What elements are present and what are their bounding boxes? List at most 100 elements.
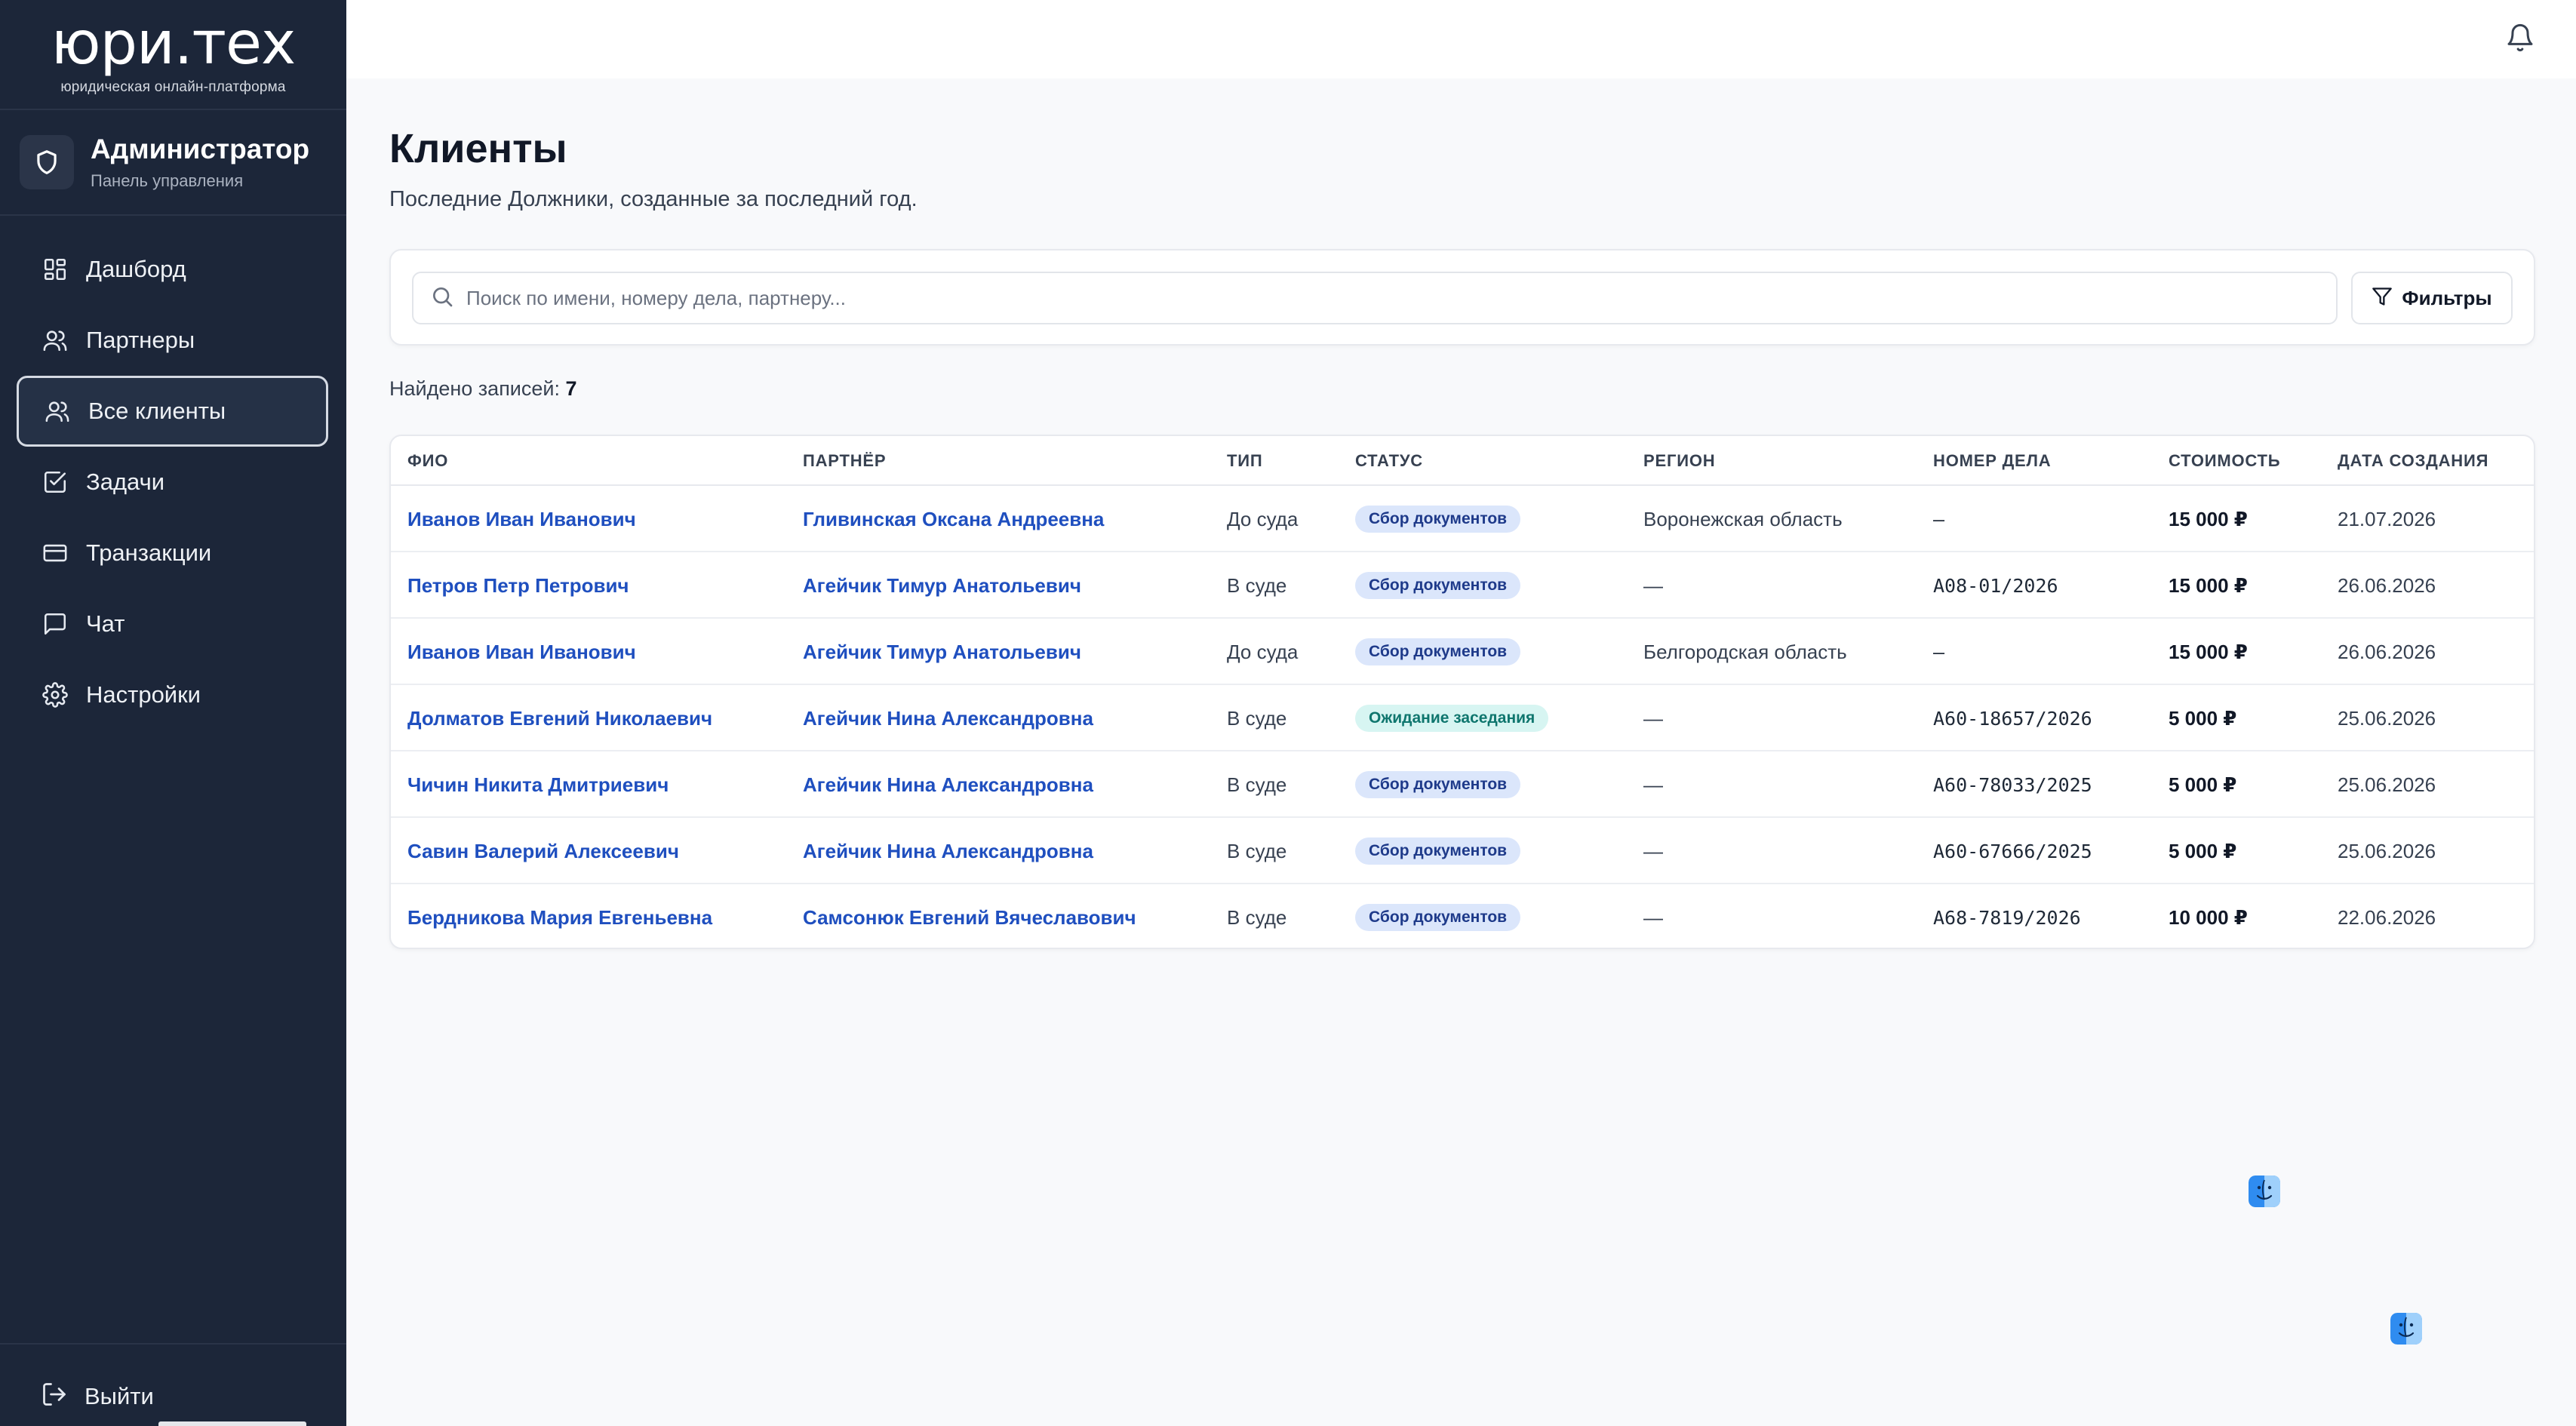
filters-label: Фильтры [2402, 286, 2492, 309]
finder-icon[interactable] [2249, 1176, 2280, 1207]
status-badge: Ожидание заседания [1355, 705, 1549, 732]
region: Воронежская область [1643, 507, 1843, 530]
finder-icon[interactable] [2390, 1313, 2422, 1345]
partner-link[interactable]: Агейчик Нина Александровна [803, 773, 1093, 797]
table-header: ФИО ПАРТНЁР ТИП СТАТУС РЕГИОН НОМЕР ДЕЛА… [391, 436, 2534, 486]
role-panel: Администратор Панель управления [0, 110, 346, 216]
records-count: Найдено записей: 7 [389, 377, 577, 401]
sidebar-item-chat[interactable]: Чат [17, 589, 328, 659]
status-badge: Сбор документов [1355, 771, 1521, 798]
logo[interactable]: юри.тех [51, 14, 296, 73]
logo-tagline: юридическая онлайн-платформа [60, 79, 286, 95]
case-number: А60-78033/2025 [1933, 773, 2092, 796]
search-card: Фильтры [389, 249, 2535, 346]
case-type: В суде [1227, 706, 1287, 730]
cost: 15 000 ₽ [2169, 573, 2248, 597]
sidebar-item-tasks[interactable]: Задачи [17, 447, 328, 518]
shield-icon [20, 135, 74, 189]
dashboard-icon [41, 255, 69, 284]
divider [0, 1343, 346, 1345]
partner-link[interactable]: Агейчик Нина Александровна [803, 707, 1093, 730]
partner-link[interactable]: Гливинская Оксана Андреевна [803, 508, 1104, 531]
records-count-label: Найдено записей: [389, 377, 560, 400]
case-type: В суде [1227, 773, 1287, 796]
brand: юри.тех юридическая онлайн-платформа [0, 0, 346, 110]
cost: 5 000 ₽ [2169, 773, 2237, 796]
column-header-created-date[interactable]: ДАТА СОЗДАНИЯ [2338, 436, 2488, 486]
checkbox-icon [41, 468, 69, 496]
column-header-partner[interactable]: ПАРТНЁР [803, 436, 886, 486]
region: Белгородская область [1643, 640, 1847, 663]
sidebar-item-dashboard[interactable]: Дашборд [17, 234, 328, 305]
partner-link[interactable]: Агейчик Тимур Анатольевич [803, 574, 1081, 598]
client-name-link[interactable]: Иванов Иван Иванович [407, 641, 636, 664]
column-header-status[interactable]: СТАТУС [1355, 436, 1423, 486]
sidebar: юри.тех юридическая онлайн-платформа Адм… [0, 0, 346, 1426]
cost: 15 000 ₽ [2169, 640, 2248, 663]
partner-link[interactable]: Агейчик Нина Александровна [803, 840, 1093, 863]
region: — [1643, 573, 1663, 597]
column-header-case-number[interactable]: НОМЕР ДЕЛА [1933, 436, 2051, 486]
case-number: А08-01/2026 [1933, 574, 2058, 597]
status-badge: Сбор документов [1355, 506, 1521, 533]
role-subtitle: Панель управления [91, 171, 244, 190]
sidebar-item-label: Задачи [86, 469, 165, 495]
search-input[interactable] [466, 286, 2277, 310]
sidebar-item-label: Дашборд [86, 256, 186, 282]
column-header-cost[interactable]: СТОИМОСТЬ [2169, 436, 2280, 486]
sidebar-item-label: Транзакции [86, 539, 212, 566]
bell-icon[interactable] [2505, 23, 2535, 53]
search-icon [430, 284, 454, 312]
cost: 15 000 ₽ [2169, 507, 2248, 530]
column-header-type[interactable]: ТИП [1227, 436, 1262, 486]
partner-link[interactable]: Самсонюк Евгений Вячеславович [803, 906, 1136, 930]
sidebar-item-label: Чат [86, 610, 125, 637]
table-row[interactable]: Петров Петр Петрович Агейчик Тимур Анато… [391, 552, 2534, 619]
search-box[interactable] [412, 272, 2338, 324]
region: — [1643, 905, 1663, 929]
role-title: Администратор [91, 134, 310, 164]
table-row[interactable]: Долматов Евгений Николаевич Агейчик Нина… [391, 685, 2534, 751]
table-row[interactable]: Савин Валерий Алексеевич Агейчик Нина Ал… [391, 818, 2534, 884]
case-number: — [1933, 508, 1945, 530]
message-icon [41, 610, 69, 638]
column-header-region[interactable]: РЕГИОН [1643, 436, 1715, 486]
page-title: Клиенты [389, 126, 567, 171]
case-type: В суде [1227, 573, 1287, 597]
logout-button[interactable]: Выйти [41, 1381, 154, 1412]
sidebar-item-label: Настройки [86, 681, 201, 708]
created-date: 21.07.2026 [2338, 507, 2436, 530]
case-number: А60-18657/2026 [1933, 707, 2092, 730]
partner-link[interactable]: Агейчик Тимур Анатольевич [803, 641, 1081, 664]
table-row[interactable]: Иванов Иван Иванович Агейчик Тимур Анато… [391, 619, 2534, 685]
client-name-link[interactable]: Петров Петр Петрович [407, 574, 629, 598]
sidebar-item-transactions[interactable]: Транзакции [17, 518, 328, 589]
case-type: До суда [1227, 640, 1299, 663]
client-name-link[interactable]: Иванов Иван Иванович [407, 508, 636, 531]
sidebar-nav: Дашборд Партнеры Все клиенты Задачи Тран… [17, 234, 328, 730]
table-row[interactable]: Чичин Никита Дмитриевич Агейчик Нина Але… [391, 751, 2534, 818]
sidebar-item-label: Все клиенты [88, 398, 226, 424]
client-name-link[interactable]: Бердникова Мария Евгеньевна [407, 906, 712, 930]
table-row[interactable]: Иванов Иван Иванович Гливинская Оксана А… [391, 486, 2534, 552]
clients-table: ФИО ПАРТНЁР ТИП СТАТУС РЕГИОН НОМЕР ДЕЛА… [389, 435, 2535, 949]
case-number: А60-67666/2025 [1933, 840, 2092, 862]
top-header [346, 0, 2576, 78]
table-row[interactable]: Бердникова Мария Евгеньевна Самсонюк Евг… [391, 884, 2534, 948]
cost: 10 000 ₽ [2169, 905, 2248, 929]
filters-button[interactable]: Фильтры [2351, 272, 2513, 324]
case-type: В суде [1227, 839, 1287, 862]
gear-icon [41, 681, 69, 709]
logout-label: Выйти [85, 1382, 154, 1409]
client-name-link[interactable]: Савин Валерий Алексеевич [407, 840, 679, 863]
sidebar-item-all-clients[interactable]: Все клиенты [17, 376, 328, 447]
records-count-value: 7 [565, 377, 577, 400]
sidebar-item-partners[interactable]: Партнеры [17, 305, 328, 376]
column-header-name[interactable]: ФИО [407, 436, 448, 486]
sidebar-item-label: Партнеры [86, 327, 195, 353]
client-name-link[interactable]: Чичин Никита Дмитриевич [407, 773, 669, 797]
region: — [1643, 773, 1663, 796]
client-name-link[interactable]: Долматов Евгений Николаевич [407, 707, 712, 730]
sidebar-item-settings[interactable]: Настройки [17, 659, 328, 730]
page-subtitle: Последние Должники, созданные за последн… [389, 187, 918, 211]
